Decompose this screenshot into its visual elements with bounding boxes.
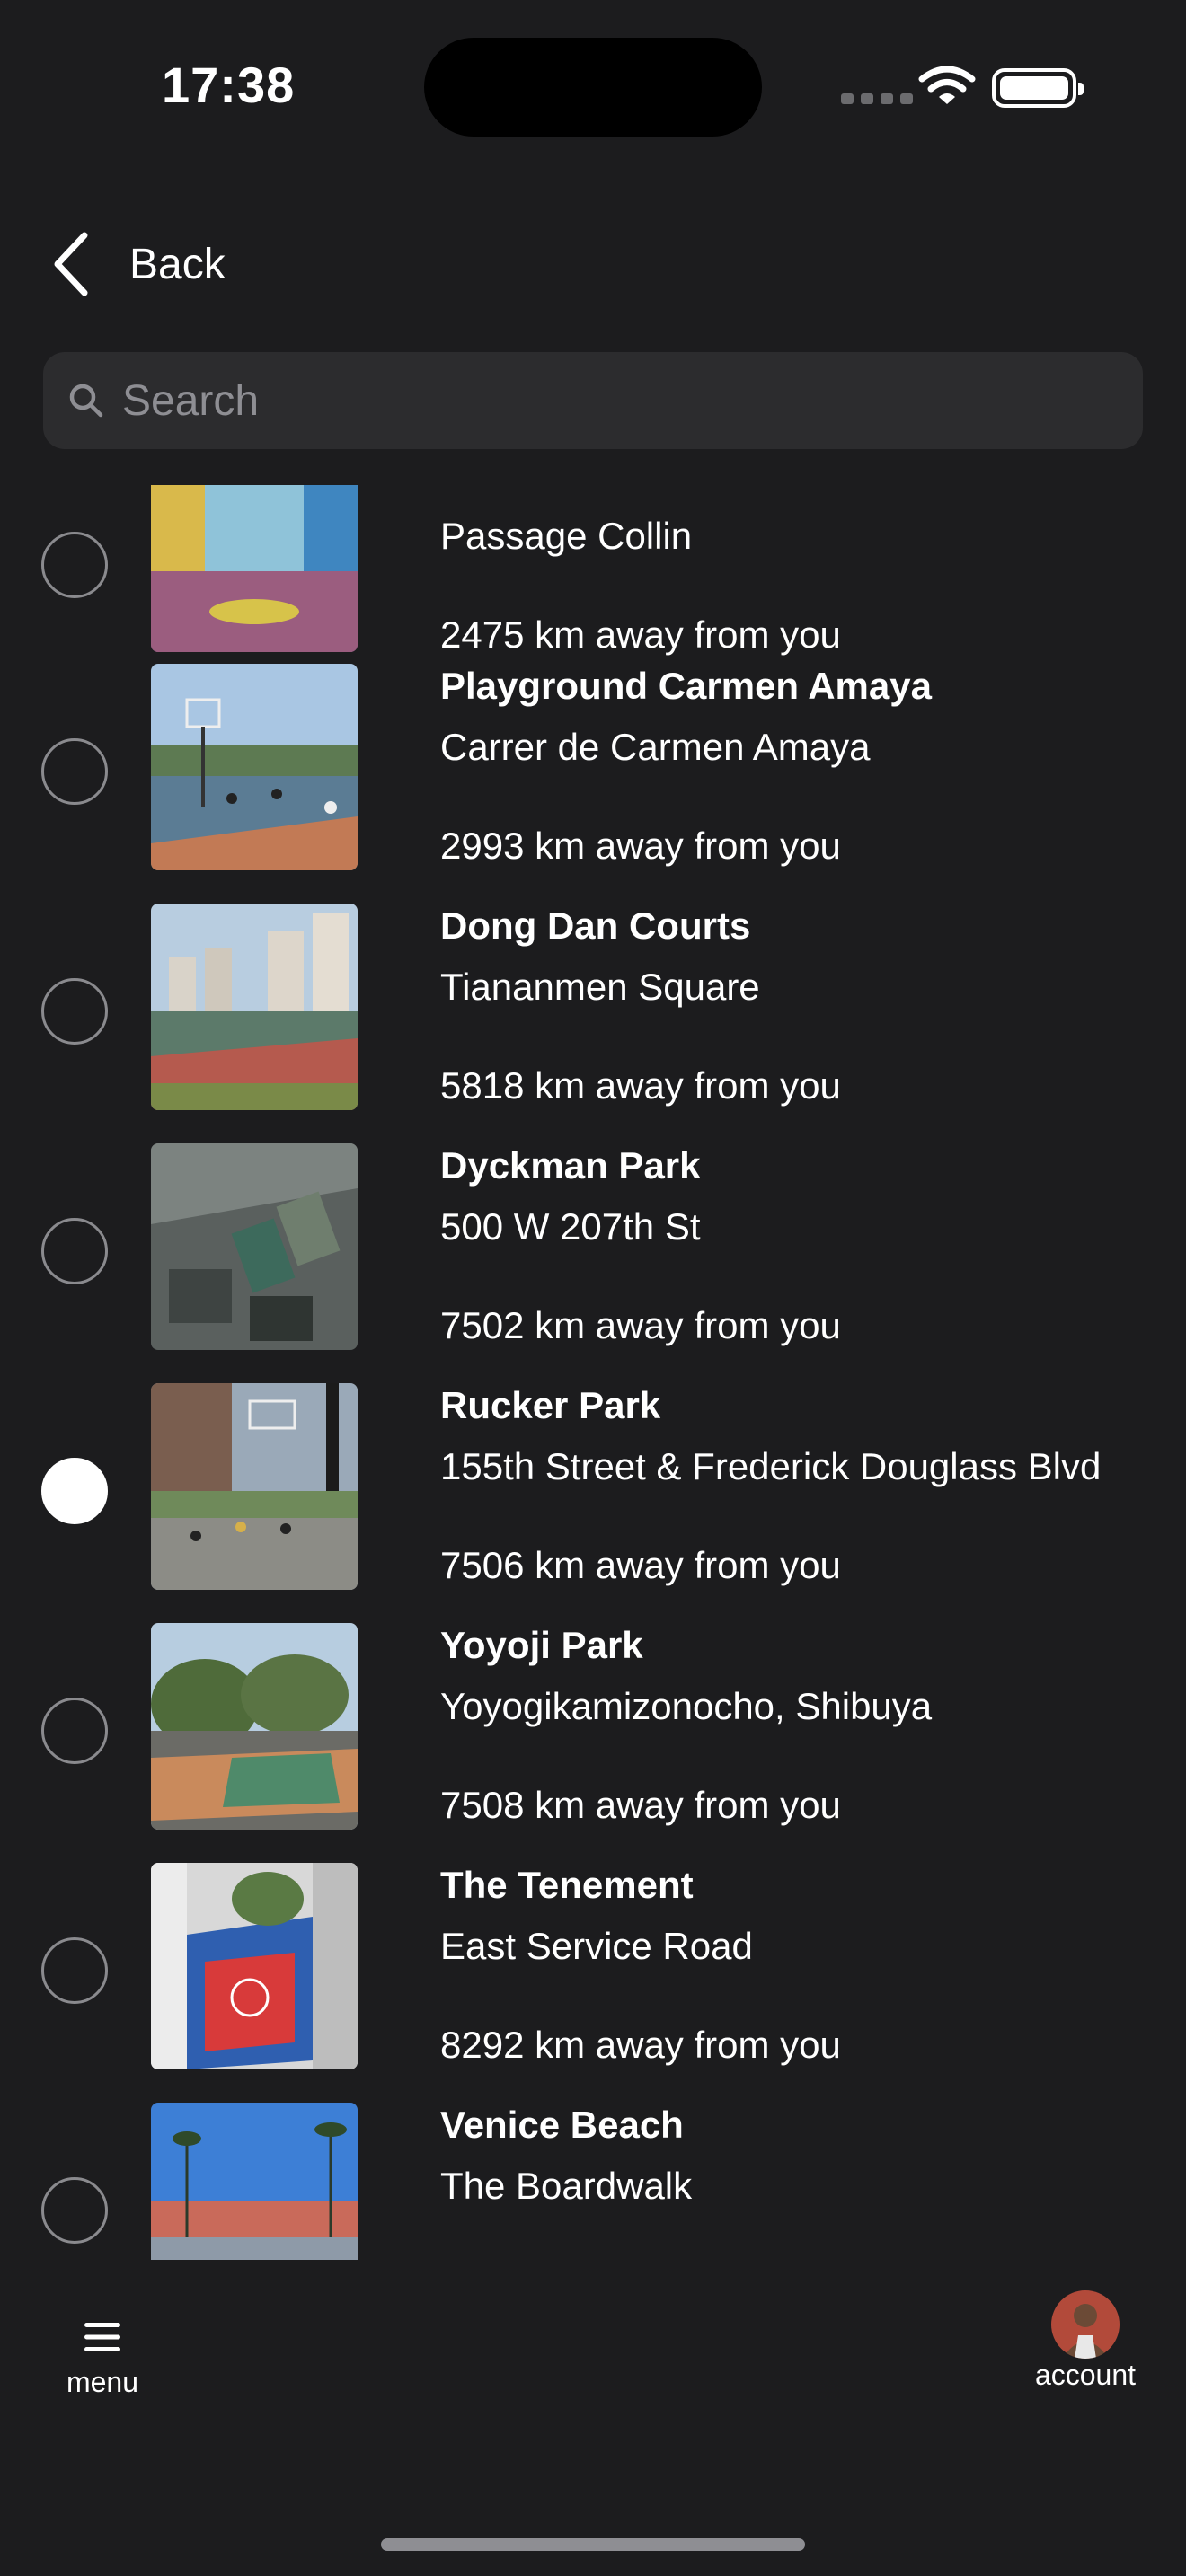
court-thumbnail xyxy=(151,485,358,652)
court-distance: 8292 km away from you xyxy=(440,2024,841,2066)
status-bar: 17:38 xyxy=(0,0,1186,171)
court-distance: 7508 km away from you xyxy=(440,1784,841,1826)
court-distance: 2993 km away from you xyxy=(440,825,841,867)
court-thumbnail xyxy=(151,2103,358,2260)
court-thumbnail xyxy=(151,1863,358,2069)
radio-button[interactable] xyxy=(41,978,108,1045)
radio-button[interactable] xyxy=(41,2177,108,2244)
court-distance: 7502 km away from you xyxy=(440,1304,841,1346)
court-address: Yoyogikamizonocho, Shibuya xyxy=(440,1685,933,1727)
list-item[interactable]: Rucker Park 155th Street & Frederick Dou… xyxy=(0,1382,1186,1622)
list-item[interactable]: Dong Dan Courts Tiananmen Square 5818 km… xyxy=(0,903,1186,1142)
radio-button[interactable] xyxy=(41,532,108,598)
back-label: Back xyxy=(129,240,226,288)
list-item[interactable]: Venice Beach The Boardwalk xyxy=(0,2102,1186,2260)
court-address: 500 W 207th St xyxy=(440,1205,701,1248)
radio-button-selected[interactable] xyxy=(41,1458,108,1524)
battery-icon xyxy=(992,68,1084,108)
court-distance: 5818 km away from you xyxy=(440,1064,841,1107)
list-item[interactable]: Passage Collin 2475 km away from you xyxy=(0,485,1186,685)
court-name: Rucker Park xyxy=(440,1384,661,1426)
court-name: Dong Dan Courts xyxy=(440,904,751,947)
court-thumbnail xyxy=(151,664,358,870)
court-thumbnail xyxy=(151,1143,358,1350)
status-time: 17:38 xyxy=(162,57,296,113)
court-address: 155th Street & Frederick Douglass Blvd xyxy=(440,1445,1102,1487)
search-bar[interactable] xyxy=(43,352,1143,449)
court-address: The Boardwalk xyxy=(440,2165,693,2207)
radio-button[interactable] xyxy=(41,1937,108,2004)
court-distance: 2475 km away from you xyxy=(440,613,841,656)
court-address: East Service Road xyxy=(440,1925,753,1967)
list-item[interactable]: The Tenement East Service Road 8292 km a… xyxy=(0,1862,1186,2102)
court-name: Yoyoji Park xyxy=(440,1624,643,1666)
list-item[interactable]: Playground Carmen Amaya Carrer de Carmen… xyxy=(0,663,1186,903)
court-name: Playground Carmen Amaya xyxy=(440,665,932,707)
radio-button[interactable] xyxy=(41,738,108,805)
list-item[interactable]: Yoyoji Park Yoyogikamizonocho, Shibuya 7… xyxy=(0,1622,1186,1862)
account-label: account xyxy=(1034,2359,1137,2391)
court-distance: 7506 km away from you xyxy=(440,1544,841,1586)
account-button[interactable]: account xyxy=(1021,2290,1150,2392)
list-item[interactable]: Dyckman Park 500 W 207th St 7502 km away… xyxy=(0,1142,1186,1382)
court-thumbnail xyxy=(151,1383,358,1590)
court-address: Tiananmen Square xyxy=(440,966,760,1008)
radio-button[interactable] xyxy=(41,1698,108,1764)
dynamic-island xyxy=(424,38,762,137)
search-input[interactable] xyxy=(122,375,1111,426)
court-address: Carrer de Carmen Amaya xyxy=(440,726,871,768)
wifi-icon xyxy=(918,66,976,104)
menu-label: menu xyxy=(66,2366,139,2398)
court-name: Dyckman Park xyxy=(440,1144,701,1187)
cellular-signal-icon xyxy=(841,93,913,104)
chevron-left-icon xyxy=(54,232,88,296)
court-name: The Tenement xyxy=(440,1864,694,1906)
radio-button[interactable] xyxy=(41,1218,108,1284)
menu-button[interactable]: menu xyxy=(59,2321,146,2399)
court-list[interactable]: Passage Collin 2475 km away from you Pla… xyxy=(0,485,1186,2260)
court-name: Venice Beach xyxy=(440,2104,684,2146)
search-icon xyxy=(69,384,103,418)
court-thumbnail xyxy=(151,904,358,1110)
court-thumbnail xyxy=(151,1623,358,1830)
home-indicator[interactable] xyxy=(381,2538,805,2551)
back-button[interactable]: Back xyxy=(50,225,226,304)
court-address: Passage Collin xyxy=(440,515,693,557)
avatar xyxy=(1051,2290,1120,2359)
hamburger-menu-icon xyxy=(84,2323,120,2351)
